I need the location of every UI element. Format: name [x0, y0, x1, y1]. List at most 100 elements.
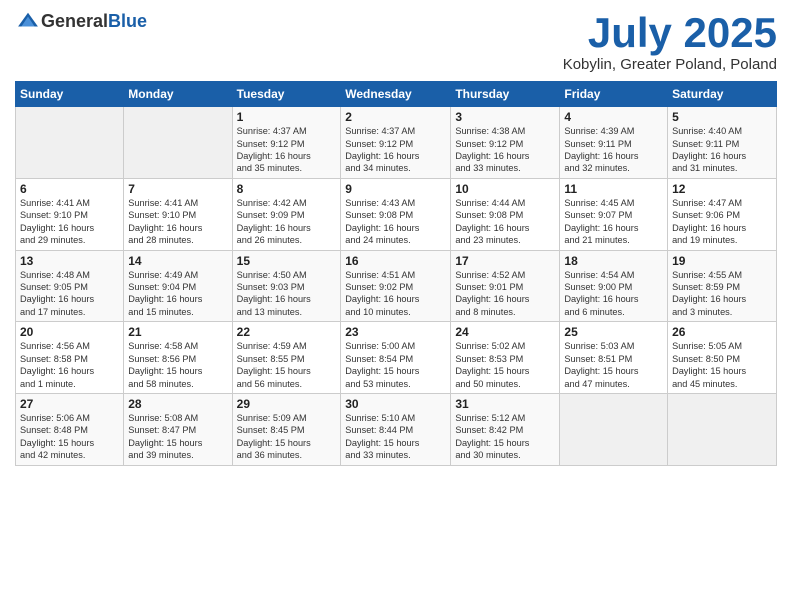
month-title: July 2025: [563, 10, 777, 56]
cell-info: Sunrise: 4:48 AM Sunset: 9:05 PM Dayligh…: [20, 269, 119, 319]
day-number: 12: [672, 182, 772, 196]
location-title: Kobylin, Greater Poland, Poland: [563, 56, 777, 73]
calendar-cell: 17Sunrise: 4:52 AM Sunset: 9:01 PM Dayli…: [451, 250, 560, 322]
day-number: 9: [345, 182, 446, 196]
calendar-cell: 3Sunrise: 4:38 AM Sunset: 9:12 PM Daylig…: [451, 107, 560, 179]
cell-info: Sunrise: 5:02 AM Sunset: 8:53 PM Dayligh…: [455, 340, 555, 390]
page-header: GeneralBlue July 2025 Kobylin, Greater P…: [15, 10, 777, 73]
calendar-cell: 13Sunrise: 4:48 AM Sunset: 9:05 PM Dayli…: [16, 250, 124, 322]
day-number: 1: [237, 110, 337, 124]
cell-info: Sunrise: 5:06 AM Sunset: 8:48 PM Dayligh…: [20, 412, 119, 462]
day-number: 24: [455, 325, 555, 339]
day-number: 5: [672, 110, 772, 124]
day-of-week-header: Monday: [124, 82, 232, 107]
calendar-cell: 16Sunrise: 4:51 AM Sunset: 9:02 PM Dayli…: [341, 250, 451, 322]
calendar-cell: 19Sunrise: 4:55 AM Sunset: 8:59 PM Dayli…: [668, 250, 777, 322]
day-of-week-header: Wednesday: [341, 82, 451, 107]
day-number: 15: [237, 254, 337, 268]
day-number: 28: [128, 397, 227, 411]
calendar-cell: 4Sunrise: 4:39 AM Sunset: 9:11 PM Daylig…: [560, 107, 668, 179]
day-number: 26: [672, 325, 772, 339]
calendar-cell: 20Sunrise: 4:56 AM Sunset: 8:58 PM Dayli…: [16, 322, 124, 394]
calendar-cell: 23Sunrise: 5:00 AM Sunset: 8:54 PM Dayli…: [341, 322, 451, 394]
day-number: 23: [345, 325, 446, 339]
calendar-cell: 21Sunrise: 4:58 AM Sunset: 8:56 PM Dayli…: [124, 322, 232, 394]
cell-info: Sunrise: 5:10 AM Sunset: 8:44 PM Dayligh…: [345, 412, 446, 462]
cell-info: Sunrise: 4:40 AM Sunset: 9:11 PM Dayligh…: [672, 125, 772, 175]
day-number: 14: [128, 254, 227, 268]
calendar-cell: 24Sunrise: 5:02 AM Sunset: 8:53 PM Dayli…: [451, 322, 560, 394]
calendar-cell: 7Sunrise: 4:41 AM Sunset: 9:10 PM Daylig…: [124, 178, 232, 250]
cell-info: Sunrise: 4:52 AM Sunset: 9:01 PM Dayligh…: [455, 269, 555, 319]
cell-info: Sunrise: 4:49 AM Sunset: 9:04 PM Dayligh…: [128, 269, 227, 319]
calendar-cell: 29Sunrise: 5:09 AM Sunset: 8:45 PM Dayli…: [232, 393, 341, 465]
calendar-cell: 30Sunrise: 5:10 AM Sunset: 8:44 PM Dayli…: [341, 393, 451, 465]
day-number: 16: [345, 254, 446, 268]
day-number: 21: [128, 325, 227, 339]
day-number: 19: [672, 254, 772, 268]
cell-info: Sunrise: 4:50 AM Sunset: 9:03 PM Dayligh…: [237, 269, 337, 319]
day-number: 31: [455, 397, 555, 411]
cell-info: Sunrise: 4:45 AM Sunset: 9:07 PM Dayligh…: [564, 197, 663, 247]
calendar-week-row: 13Sunrise: 4:48 AM Sunset: 9:05 PM Dayli…: [16, 250, 777, 322]
cell-info: Sunrise: 4:43 AM Sunset: 9:08 PM Dayligh…: [345, 197, 446, 247]
day-number: 3: [455, 110, 555, 124]
calendar-cell: 15Sunrise: 4:50 AM Sunset: 9:03 PM Dayli…: [232, 250, 341, 322]
calendar-cell: [668, 393, 777, 465]
cell-info: Sunrise: 5:12 AM Sunset: 8:42 PM Dayligh…: [455, 412, 555, 462]
calendar-week-row: 27Sunrise: 5:06 AM Sunset: 8:48 PM Dayli…: [16, 393, 777, 465]
day-number: 17: [455, 254, 555, 268]
day-number: 11: [564, 182, 663, 196]
cell-info: Sunrise: 4:58 AM Sunset: 8:56 PM Dayligh…: [128, 340, 227, 390]
day-number: 25: [564, 325, 663, 339]
day-number: 10: [455, 182, 555, 196]
day-of-week-header: Thursday: [451, 82, 560, 107]
cell-info: Sunrise: 4:38 AM Sunset: 9:12 PM Dayligh…: [455, 125, 555, 175]
calendar-cell: 10Sunrise: 4:44 AM Sunset: 9:08 PM Dayli…: [451, 178, 560, 250]
calendar-week-row: 20Sunrise: 4:56 AM Sunset: 8:58 PM Dayli…: [16, 322, 777, 394]
cell-info: Sunrise: 5:08 AM Sunset: 8:47 PM Dayligh…: [128, 412, 227, 462]
cell-info: Sunrise: 4:44 AM Sunset: 9:08 PM Dayligh…: [455, 197, 555, 247]
calendar-cell: [560, 393, 668, 465]
calendar-cell: [16, 107, 124, 179]
calendar-cell: 14Sunrise: 4:49 AM Sunset: 9:04 PM Dayli…: [124, 250, 232, 322]
cell-info: Sunrise: 4:47 AM Sunset: 9:06 PM Dayligh…: [672, 197, 772, 247]
calendar-cell: 8Sunrise: 4:42 AM Sunset: 9:09 PM Daylig…: [232, 178, 341, 250]
calendar-cell: 26Sunrise: 5:05 AM Sunset: 8:50 PM Dayli…: [668, 322, 777, 394]
calendar-cell: 2Sunrise: 4:37 AM Sunset: 9:12 PM Daylig…: [341, 107, 451, 179]
calendar-week-row: 6Sunrise: 4:41 AM Sunset: 9:10 PM Daylig…: [16, 178, 777, 250]
day-number: 8: [237, 182, 337, 196]
title-block: July 2025 Kobylin, Greater Poland, Polan…: [563, 10, 777, 73]
calendar-week-row: 1 Sunrise: 4:37 AM Sunset: 9:12 PM Daylig…: [16, 107, 777, 179]
cell-info: Sunrise: 5:09 AM Sunset: 8:45 PM Dayligh…: [237, 412, 337, 462]
day-number: 7: [128, 182, 227, 196]
calendar-cell: 31Sunrise: 5:12 AM Sunset: 8:42 PM Dayli…: [451, 393, 560, 465]
day-of-week-header: Sunday: [16, 82, 124, 107]
calendar-cell: 22Sunrise: 4:59 AM Sunset: 8:55 PM Dayli…: [232, 322, 341, 394]
cell-info: Sunrise: 4:39 AM Sunset: 9:11 PM Dayligh…: [564, 125, 663, 175]
logo: GeneralBlue: [15, 10, 147, 32]
cell-info: Sunrise: 5:00 AM Sunset: 8:54 PM Dayligh…: [345, 340, 446, 390]
day-of-week-header: Friday: [560, 82, 668, 107]
calendar-cell: 1Sunrise: 4:37 AM Sunset: 9:12 PM Daylig…: [232, 107, 341, 179]
calendar-cell: 18Sunrise: 4:54 AM Sunset: 9:00 PM Dayli…: [560, 250, 668, 322]
cell-info: Sunrise: 4:55 AM Sunset: 8:59 PM Dayligh…: [672, 269, 772, 319]
calendar-header-row: SundayMondayTuesdayWednesdayThursdayFrid…: [16, 82, 777, 107]
cell-info: Sunrise: 4:51 AM Sunset: 9:02 PM Dayligh…: [345, 269, 446, 319]
cell-info: Sunrise: 5:03 AM Sunset: 8:51 PM Dayligh…: [564, 340, 663, 390]
day-number: 18: [564, 254, 663, 268]
day-of-week-header: Tuesday: [232, 82, 341, 107]
calendar-table: SundayMondayTuesdayWednesdayThursdayFrid…: [15, 81, 777, 465]
day-number: 22: [237, 325, 337, 339]
calendar-cell: 28Sunrise: 5:08 AM Sunset: 8:47 PM Dayli…: [124, 393, 232, 465]
day-number: 4: [564, 110, 663, 124]
cell-info: Sunrise: 4:41 AM Sunset: 9:10 PM Dayligh…: [128, 197, 227, 247]
cell-info: Sunrise: 4:42 AM Sunset: 9:09 PM Dayligh…: [237, 197, 337, 247]
calendar-cell: [124, 107, 232, 179]
calendar-cell: 5Sunrise: 4:40 AM Sunset: 9:11 PM Daylig…: [668, 107, 777, 179]
calendar-cell: 11Sunrise: 4:45 AM Sunset: 9:07 PM Dayli…: [560, 178, 668, 250]
day-number: 27: [20, 397, 119, 411]
calendar-cell: 12Sunrise: 4:47 AM Sunset: 9:06 PM Dayli…: [668, 178, 777, 250]
cell-info: Sunrise: 4:37 AM Sunset: 9:12 PM Dayligh…: [345, 125, 446, 175]
logo-blue-text: Blue: [108, 11, 147, 31]
